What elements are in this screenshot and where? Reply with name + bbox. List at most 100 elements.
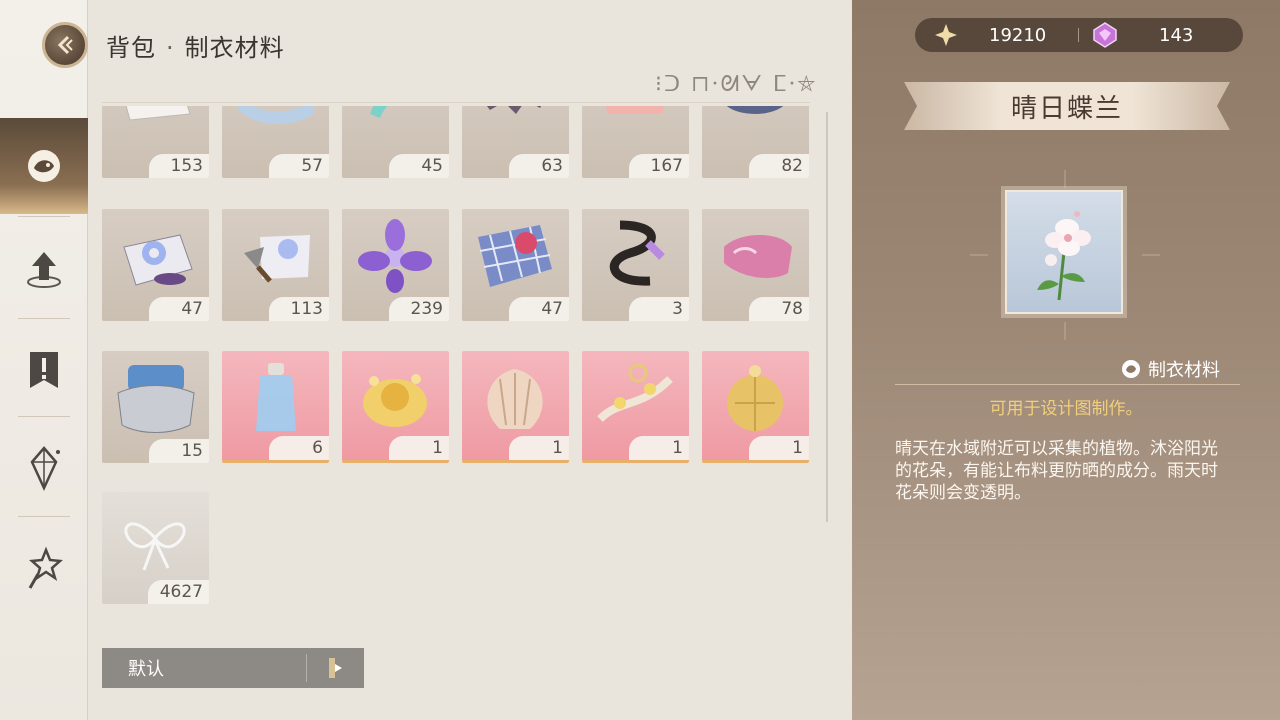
- swirl-bucket-icon: [110, 217, 200, 297]
- sort-separator: [306, 654, 307, 682]
- item-count: 239: [389, 297, 449, 321]
- plaid-fabric-icon: [470, 217, 560, 297]
- item-count: 63: [509, 154, 569, 178]
- inventory-item-tile[interactable]: 3: [582, 209, 689, 321]
- item-count: 6: [269, 436, 329, 460]
- rail-tab-materials[interactable]: [0, 118, 88, 214]
- item-count: 113: [269, 297, 329, 321]
- item-count: 1: [749, 436, 809, 460]
- inventory-item-tile[interactable]: 6: [222, 351, 329, 463]
- item-count: 15: [149, 439, 209, 463]
- decorative-script: ⁝ᑐ ⊓·ᘛᗄ ⵎ·⛤: [655, 72, 818, 97]
- golden-branch-icon: [590, 359, 680, 439]
- currency-separator: [1078, 28, 1079, 42]
- inventory-item-tile[interactable]: 153: [102, 106, 209, 178]
- back-button[interactable]: [42, 22, 88, 68]
- sort-selector[interactable]: 默认: [102, 648, 364, 688]
- inventory-item-tile[interactable]: 82: [702, 106, 809, 178]
- pink-shoe-icon: [710, 217, 800, 297]
- inventory-item-tile[interactable]: 4627: [102, 492, 209, 604]
- glass-bottle-icon: [230, 359, 320, 439]
- item-count: 1: [509, 436, 569, 460]
- item-type-label: 制衣材料: [1148, 360, 1220, 381]
- blue-shoe-icon: [230, 106, 320, 154]
- silver-bow-icon: [110, 500, 200, 580]
- item-name: 晴日蝶兰: [1010, 93, 1123, 124]
- fish-yarn-icon: [28, 150, 60, 182]
- item-count: 82: [749, 154, 809, 178]
- gold-star-icon: [935, 24, 957, 46]
- item-count: 4627: [147, 580, 209, 604]
- orchid-flower-icon: [1037, 211, 1091, 301]
- item-count: 45: [389, 154, 449, 178]
- inventory-item-tile[interactable]: 239: [342, 209, 449, 321]
- item-count: 153: [149, 154, 209, 178]
- inventory-item-tile[interactable]: 45: [342, 106, 449, 178]
- inventory-item-tile[interactable]: 47: [462, 209, 569, 321]
- navy-cap-icon: [710, 106, 800, 154]
- gold-currency[interactable]: 19210: [933, 22, 1046, 48]
- inventory-item-tile[interactable]: 78: [702, 209, 809, 321]
- item-description: 晴天在水域附近可以采集的植物。沐浴阳光的花朵，有能让布料更防晒的成分。雨天时花朵…: [895, 439, 1218, 503]
- inventory-item-tile[interactable]: 1: [462, 351, 569, 463]
- golden-orb-icon: [710, 359, 800, 439]
- crystal-icon: [30, 446, 60, 491]
- inventory-item-tile[interactable]: 113: [222, 209, 329, 321]
- cloth-fragment-icon: [110, 106, 200, 154]
- bat-wing-icon: [470, 106, 560, 154]
- trowel-cloth-icon: [230, 217, 320, 297]
- item-preview: [1005, 190, 1123, 314]
- sort-label: 默认: [128, 659, 164, 680]
- inventory-item-tile[interactable]: 47: [102, 209, 209, 321]
- detail-divider: [895, 384, 1240, 385]
- currency-bar: 19210 143: [915, 18, 1243, 52]
- title-dot: ·: [166, 34, 175, 62]
- up-arrow-icon: [27, 252, 61, 288]
- item-count: 47: [149, 297, 209, 321]
- page-title: 背包 · 制衣材料: [106, 28, 285, 63]
- rail-tab-notice[interactable]: [0, 322, 88, 418]
- back-arrow-icon: [57, 35, 73, 55]
- inventory-item-tile[interactable]: 1: [342, 351, 449, 463]
- item-count: 57: [269, 154, 329, 178]
- title-sub: 制衣材料: [184, 34, 285, 62]
- sort-order-toggle[interactable]: [318, 652, 352, 684]
- teal-ribbon-icon: [350, 106, 440, 154]
- grid-scrollbar[interactable]: [826, 112, 828, 522]
- category-rail: [0, 0, 88, 720]
- inventory-item-tile[interactable]: 167: [582, 106, 689, 178]
- item-usage: 可用于设计图制作。: [989, 399, 1143, 419]
- item-count: 1: [629, 436, 689, 460]
- inventory-item-tile[interactable]: 63: [462, 106, 569, 178]
- gold-amount: 19210: [989, 24, 1047, 46]
- sort-toggle-icon: [329, 658, 342, 678]
- inventory-item-tile[interactable]: 1: [582, 351, 689, 463]
- item-type-tag: 制衣材料: [1120, 356, 1220, 382]
- title-main: 背包: [106, 34, 156, 62]
- item-count: 167: [629, 154, 689, 178]
- inventory-item-tile[interactable]: 57: [222, 106, 329, 178]
- exclamation-banner-icon: [30, 352, 58, 388]
- pink-fabric-icon: [590, 106, 680, 154]
- seashell-icon: [470, 359, 560, 439]
- purple-gem-icon: [1093, 22, 1117, 48]
- gem-amount: 143: [1159, 24, 1194, 46]
- material-type-icon: [1122, 360, 1140, 378]
- item-count: 1: [389, 436, 449, 460]
- golden-flower-icon: [350, 359, 440, 439]
- inventory-item-tile[interactable]: 15: [102, 351, 209, 463]
- gem-currency[interactable]: 143: [1091, 21, 1193, 49]
- item-count: 3: [629, 297, 689, 321]
- inventory-item-tile[interactable]: 1: [702, 351, 809, 463]
- rail-tab-wand[interactable]: [0, 520, 88, 616]
- purple-flower-icon: [350, 217, 440, 297]
- item-name-banner: 晴日蝶兰: [904, 82, 1230, 130]
- silver-pouch-icon: [110, 359, 200, 439]
- header-divider: [102, 102, 810, 103]
- item-grid: 153 57 45 63 167 82 47 113 239 47 3 78 15 6 1 1 1 1 4627: [102, 106, 822, 626]
- rail-tab-crystal[interactable]: [0, 420, 88, 516]
- rail-tab-upgrade[interactable]: [0, 220, 88, 316]
- item-count: 47: [509, 297, 569, 321]
- black-ribbon-icon: [590, 217, 680, 297]
- item-count: 78: [749, 297, 809, 321]
